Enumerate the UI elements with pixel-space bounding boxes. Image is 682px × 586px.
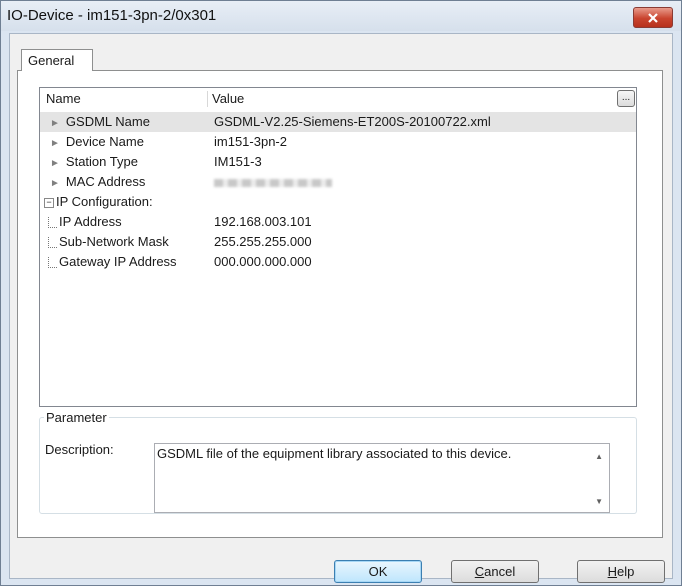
collapse-toggle-icon[interactable]: − [44, 197, 54, 208]
row-name: MAC Address [65, 174, 146, 189]
window-title: IO-Device - im151-3pn-2/0x301 [7, 7, 217, 24]
row-arrow-icon: ► [50, 158, 60, 169]
help-button[interactable]: Help [577, 560, 665, 583]
ellipsis-button[interactable]: ... [617, 90, 635, 107]
grid-header: Name Value [40, 88, 636, 110]
row-name: IP Address [59, 214, 122, 229]
grid-row-ip-address[interactable]: IP Address 192.168.003.101 [40, 212, 636, 232]
row-arrow-icon: ► [50, 118, 60, 129]
tree-branch-line [48, 217, 57, 229]
row-arrow-icon: ► [50, 138, 60, 149]
grid-row-gateway-ip-address[interactable]: Gateway IP Address 000.000.000.000 [40, 252, 636, 272]
description-text: GSDML file of the equipment library asso… [157, 446, 512, 461]
scroll-down-arrow-icon[interactable]: ▼ [595, 497, 603, 506]
column-header-name[interactable]: Name [46, 88, 206, 110]
grid-row-gsdml-name[interactable]: ► GSDML Name GSDML-V2.25-Siemens-ET200S-2… [40, 112, 636, 132]
row-value: im151-3pn-2 [214, 134, 287, 149]
row-name: Device Name [65, 134, 144, 149]
description-textbox[interactable]: GSDML file of the equipment library asso… [154, 443, 610, 513]
row-name: Station Type [65, 154, 138, 169]
help-accelerator: H [607, 564, 618, 579]
row-name: IP Configuration: [56, 194, 153, 209]
row-value: 192.168.003.101 [214, 214, 312, 229]
ok-button[interactable]: OK [334, 560, 422, 583]
column-header-value[interactable]: Value [212, 88, 244, 110]
row-value: 255.255.255.000 [214, 234, 312, 249]
cancel-button[interactable]: Cancel [451, 560, 539, 583]
row-arrow-icon: ► [50, 178, 60, 189]
cancel-label: ancel [484, 564, 516, 579]
grid-row-mac-address[interactable]: ► MAC Address [40, 172, 636, 192]
row-name: GSDML Name [65, 114, 150, 129]
row-value: IM151-3 [214, 154, 262, 169]
grid-row-device-name[interactable]: ► Device Name im151-3pn-2 [40, 132, 636, 152]
dialog-window: IO-Device - im151-3pn-2/0x301 General Na… [0, 0, 682, 586]
parameter-group: Parameter Description: GSDML file of the… [39, 410, 637, 514]
grid-row-sub-network-mask[interactable]: Sub-Network Mask 255.255.255.000 [40, 232, 636, 252]
help-label: elp [617, 564, 635, 579]
scroll-up-arrow-icon[interactable]: ▲ [595, 452, 603, 461]
close-button[interactable] [633, 7, 673, 28]
row-value-redacted [214, 172, 332, 192]
tree-branch-line [48, 237, 57, 249]
redacted-mac-value [214, 178, 332, 187]
property-grid: Name Value ► GSDML Name GSDML-V2.25-Sieme… [39, 87, 637, 407]
title-bar[interactable]: IO-Device - im151-3pn-2/0x301 [1, 1, 681, 31]
tab-general[interactable]: General [21, 49, 93, 71]
grid-row-ip-configuration[interactable]: − IP Configuration: [40, 192, 636, 212]
column-separator[interactable] [207, 91, 208, 107]
row-value: 000.000.000.000 [214, 254, 312, 269]
description-label: Description: [45, 442, 114, 457]
row-value: GSDML-V2.25-Siemens-ET200S-20100722.xml [214, 114, 491, 129]
tree-branch-line [48, 257, 57, 269]
parameter-legend: Parameter [46, 410, 107, 425]
cancel-accelerator: C [474, 564, 485, 579]
row-name: Sub-Network Mask [59, 234, 169, 249]
close-icon [648, 12, 658, 23]
grid-row-station-type[interactable]: ► Station Type IM151-3 [40, 152, 636, 172]
dialog-client: General Name Value ► GSDML Name GSDML-V2.… [9, 33, 673, 583]
row-name: Gateway IP Address [59, 254, 177, 269]
